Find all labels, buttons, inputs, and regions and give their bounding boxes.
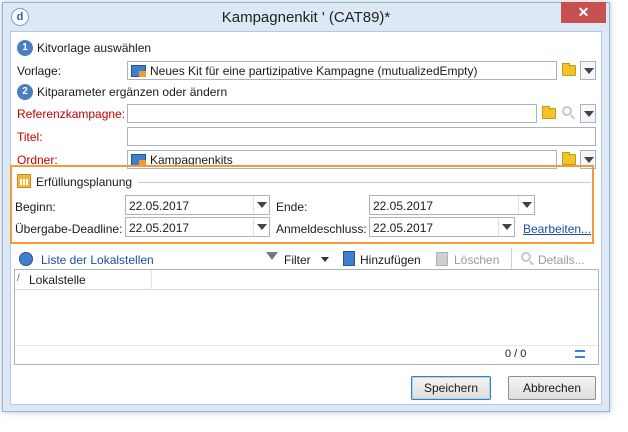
referenz-dropdown-button[interactable]	[580, 104, 596, 123]
table-header: / Lokalstelle	[15, 270, 598, 290]
folder-icon[interactable]	[562, 63, 576, 76]
ende-label: Ende:	[276, 200, 308, 214]
filter-dropdown-icon[interactable]	[321, 257, 329, 262]
column-settings-icon[interactable]	[575, 350, 585, 358]
vorlage-field[interactable]: Neues Kit für eine partizipative Kampagn…	[127, 61, 557, 80]
beginn-dropdown-icon[interactable]	[253, 196, 269, 214]
uebergabe-dropdown-icon[interactable]	[253, 218, 269, 236]
beginn-value: 22.05.2017	[129, 199, 190, 213]
ende-date-field[interactable]: 22.05.2017	[369, 195, 535, 215]
planning-separator	[138, 182, 591, 183]
edit-link[interactable]: Bearbeiten...	[523, 222, 591, 236]
details-button[interactable]: Details...	[538, 253, 585, 267]
vorlage-dropdown-button[interactable]	[580, 61, 596, 80]
anmelde-date-field[interactable]: 22.05.2017	[369, 217, 515, 237]
section-2-heading: Kitparameter ergänzen oder ändern	[37, 85, 228, 99]
toolbar-divider	[511, 248, 512, 270]
step-2-badge: 2	[17, 84, 33, 100]
referenz-folder-icon[interactable]	[542, 106, 556, 119]
referenz-label: Referenzkampagne:	[17, 107, 126, 121]
anmelde-dropdown-icon[interactable]	[498, 218, 514, 236]
sort-marker: /	[17, 273, 20, 284]
add-icon	[343, 251, 355, 266]
filter-button[interactable]: Filter	[284, 253, 311, 267]
ende-dropdown-icon[interactable]	[518, 196, 534, 214]
close-button[interactable]: ✕	[561, 2, 606, 23]
filter-icon	[266, 252, 278, 260]
vorlage-label: Vorlage:	[17, 64, 62, 78]
vorlage-value: Neues Kit für eine partizipative Kampagn…	[150, 64, 478, 78]
details-icon	[521, 252, 531, 262]
ordner-folder-icon[interactable]	[562, 152, 576, 165]
anmelde-label: Anmeldeschluss:	[276, 222, 367, 236]
save-button[interactable]: Speichern	[411, 376, 491, 400]
uebergabe-date-field[interactable]: 22.05.2017	[125, 217, 270, 237]
step-1-badge: 1	[17, 40, 33, 56]
uebergabe-value: 22.05.2017	[129, 221, 190, 235]
section-1-heading: Kitvorlage auswählen	[37, 41, 152, 55]
locations-table[interactable]: / Lokalstelle 0 / 0	[14, 269, 599, 365]
template-icon	[131, 65, 146, 77]
cancel-button[interactable]: Abbrechen	[508, 376, 596, 400]
titel-label: Titel:	[17, 130, 43, 144]
beginn-label: Beginn:	[15, 200, 56, 214]
delete-button[interactable]: Löschen	[454, 253, 499, 267]
column-divider	[151, 270, 152, 290]
titel-field[interactable]	[127, 127, 596, 146]
column-lokalstelle[interactable]: Lokalstelle	[29, 273, 86, 287]
row-count: 0 / 0	[505, 348, 527, 360]
beginn-date-field[interactable]: 22.05.2017	[125, 195, 270, 215]
add-button[interactable]: Hinzufügen	[360, 253, 421, 267]
trash-icon	[436, 252, 448, 266]
anmelde-value: 22.05.2017	[373, 221, 434, 235]
table-footer-line	[15, 345, 598, 346]
window-title: Kampagnenkit ' (CAT89)*	[221, 9, 391, 26]
planning-heading: Erfüllungsplanung	[36, 175, 133, 189]
list-of-locations-label[interactable]: Liste der Lokalstellen	[41, 253, 154, 267]
planning-highlight: Erfüllungsplanung Beginn: 22.05.2017 End…	[10, 165, 594, 244]
uebergabe-label: Übergabe-Deadline:	[15, 222, 123, 236]
referenz-field[interactable]	[127, 104, 537, 123]
title-bar[interactable]: d Kampagnenkit ' (CAT89)* ✕	[3, 2, 609, 31]
globe-icon	[19, 252, 33, 266]
search-icon[interactable]	[562, 106, 572, 116]
ende-value: 22.05.2017	[373, 199, 434, 213]
calendar-icon	[17, 174, 31, 188]
